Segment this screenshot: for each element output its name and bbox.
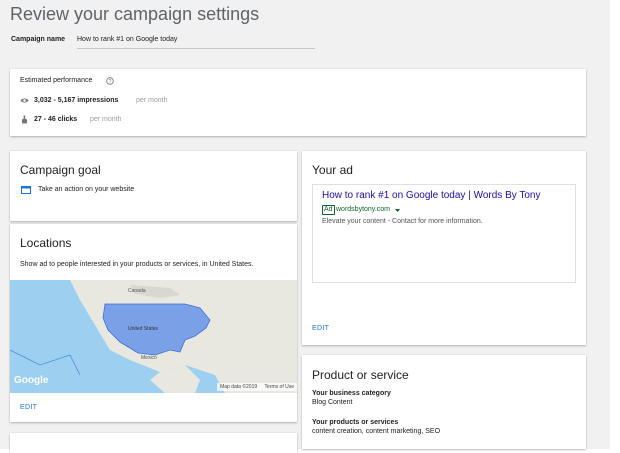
campaign-goal-value: Take an action on your website — [38, 186, 135, 193]
location-map[interactable]: Canada United States Mexico Google Map d… — [10, 280, 297, 393]
ad-headline[interactable]: How to rank #1 on Google today | Words B… — [322, 190, 540, 201]
map-label-united-states: United States — [128, 326, 159, 332]
your-ad-title: Your ad — [312, 163, 353, 177]
campaign-name-label: Campaign name — [11, 36, 66, 43]
campaign-name-field[interactable]: How to rank #1 on Google today — [77, 36, 177, 43]
clicks-value: 27 - 46 clicks — [34, 116, 78, 123]
map-label-mexico: Mexico — [141, 355, 157, 361]
locations-title: Locations — [20, 236, 72, 250]
campaign-goal-title: Campaign goal — [20, 163, 101, 177]
business-category-label: Your business category — [312, 390, 391, 397]
map-attribution-bar: Map data ©2019 Terms of Use — [217, 383, 297, 391]
ad-description: Elevate your content - Contact for more … — [322, 218, 483, 225]
locations-description: Show ad to people interested in your pro… — [20, 261, 254, 268]
ad-url[interactable]: wordsbytony.com — [336, 205, 390, 215]
your-ad-card: Your ad How to rank #1 on Google today |… — [302, 151, 586, 345]
business-category-value: Blog Content — [312, 399, 353, 406]
products-value: content creation, content marketing, SEO — [312, 428, 441, 435]
map-terms-link[interactable]: Terms of Use — [265, 384, 294, 390]
ad-preview: How to rank #1 on Google today | Words B… — [312, 184, 576, 283]
clicks-unit: per month — [90, 116, 122, 123]
map-label-canada: Canada — [128, 288, 146, 294]
page-title: Review your campaign settings — [10, 4, 260, 24]
map-graphic — [10, 280, 297, 393]
eye-icon — [20, 98, 29, 103]
performance-label: Estimated performance — [20, 77, 93, 84]
click-hand-icon — [22, 115, 27, 124]
estimated-performance-card: Estimated performance ? 3,032 - 5,167 im… — [10, 69, 586, 136]
locations-edit-button[interactable]: EDIT — [20, 404, 37, 411]
product-service-card: Product or service Your business categor… — [302, 355, 586, 449]
products-label: Your products or services — [312, 419, 399, 426]
impressions-value: 3,032 - 5,167 impressions — [34, 97, 119, 104]
impressions-unit: per month — [136, 97, 168, 104]
caret-down-icon — [395, 209, 400, 212]
campaign-goal-card: Campaign goal Take an action on your web… — [10, 151, 297, 221]
svg-text:?: ? — [109, 79, 112, 85]
ad-badge: Ad — [322, 205, 335, 215]
website-icon — [21, 186, 31, 194]
help-icon[interactable]: ? — [106, 77, 114, 85]
ad-edit-button[interactable]: EDIT — [312, 325, 329, 332]
map-attribution: Map data ©2019 — [220, 384, 258, 390]
product-service-title: Product or service — [312, 368, 409, 382]
next-section-card — [10, 433, 297, 453]
campaign-name-underline — [77, 48, 315, 49]
map-logo: Google — [14, 375, 49, 386]
